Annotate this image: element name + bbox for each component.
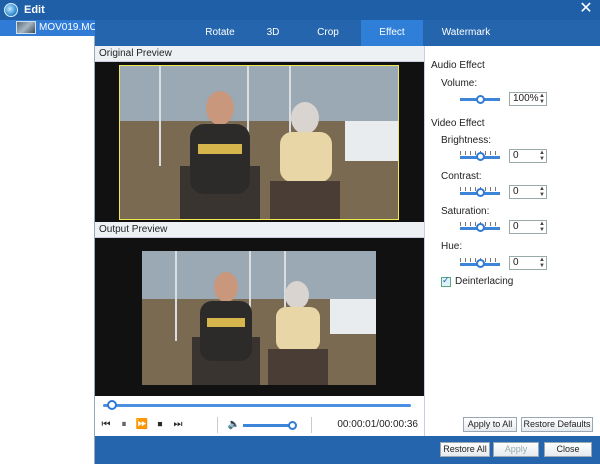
spin-arrows-icon[interactable]: ▲ ▼	[539, 186, 545, 198]
contrast-knob[interactable]	[476, 188, 485, 197]
brightness-label: Brightness:	[441, 135, 492, 146]
seek-bar[interactable]	[103, 404, 411, 407]
close-button[interactable]: Close	[544, 442, 592, 457]
volume-slider-knob[interactable]	[288, 421, 297, 430]
brightness-spinbox[interactable]: 0 ▲ ▼	[509, 149, 547, 163]
saturation-spinbox[interactable]: 0 ▲ ▼	[509, 220, 547, 234]
tab-effect[interactable]: Effect	[361, 20, 423, 46]
brightness-knob[interactable]	[476, 152, 485, 161]
hue-spinbox[interactable]: 0 ▲ ▼	[509, 256, 547, 270]
seek-knob[interactable]	[107, 400, 117, 410]
tab-rotate[interactable]: Rotate	[191, 20, 249, 46]
volume-slider[interactable]	[243, 424, 293, 427]
playback-controls: ⏮ ⏸ ⏩ ⏹ ⏭ 🔈 00:00:01/00:00:36	[95, 414, 424, 436]
spin-arrows-icon[interactable]: ▲ ▼	[539, 93, 545, 105]
volume-icon[interactable]: 🔈	[227, 418, 241, 432]
timecode: 00:00:01/00:00:36	[337, 419, 418, 430]
original-preview-label: Original Preview	[95, 46, 424, 62]
pause-icon[interactable]: ⏸	[117, 418, 131, 432]
hue-value: 0	[513, 257, 519, 268]
file-list: MOV019.MOD	[0, 20, 105, 464]
hue-knob[interactable]	[476, 259, 485, 268]
hue-label: Hue:	[441, 241, 463, 252]
saturation-value: 0	[513, 221, 519, 232]
video-thumbnail	[16, 21, 36, 34]
contrast-value: 0	[513, 186, 519, 197]
tab-watermark[interactable]: Watermark	[425, 20, 507, 46]
video-effect-title: Video Effect	[431, 118, 485, 129]
original-video-frame[interactable]	[119, 65, 399, 220]
deinterlacing-checkbox[interactable]	[441, 275, 451, 287]
volume-spinbox[interactable]: 100% ▲ ▼	[509, 92, 547, 106]
tab-crop[interactable]: Crop	[297, 20, 359, 46]
tab-3d[interactable]: 3D	[249, 20, 297, 46]
window-title: Edit	[24, 4, 45, 16]
output-preview-label: Output Preview	[95, 222, 424, 238]
output-preview	[95, 238, 424, 396]
stop-icon[interactable]: ⏹	[153, 418, 167, 432]
restore-defaults-button[interactable]: Restore Defaults	[521, 417, 593, 432]
fast-forward-icon[interactable]: ⏩	[135, 418, 149, 432]
preview-pane: Original Preview Output Preview ⏮ ⏸ ⏩ ⏹ …	[95, 46, 424, 436]
output-video-frame	[142, 251, 376, 385]
effect-settings: Audio Effect Volume: 100% ▲ ▼ Video Effec…	[424, 46, 600, 436]
file-item[interactable]: MOV019.MOD	[0, 20, 105, 36]
spin-arrows-icon[interactable]: ▲ ▼	[539, 257, 545, 269]
spin-arrows-icon[interactable]: ▲ ▼	[539, 221, 545, 233]
skip-back-icon[interactable]: ⏮	[99, 418, 113, 432]
contrast-spinbox[interactable]: 0 ▲ ▼	[509, 185, 547, 199]
control-divider	[217, 417, 218, 433]
original-preview	[95, 62, 424, 222]
contrast-label: Contrast:	[441, 171, 482, 182]
skip-forward-icon[interactable]: ⏭	[171, 418, 185, 432]
tab-bar: Rotate 3D Crop Effect Watermark	[95, 20, 600, 46]
app-icon	[4, 3, 18, 17]
footer-bar: Restore All Apply Close	[95, 436, 600, 464]
saturation-knob[interactable]	[476, 223, 485, 232]
title-bar: Edit ✕	[0, 0, 600, 20]
audio-effect-title: Audio Effect	[431, 60, 485, 71]
output-video-image	[142, 251, 376, 385]
volume-label: Volume:	[441, 78, 478, 89]
volume-value: 100%	[513, 93, 539, 104]
apply-button[interactable]: Apply	[493, 442, 539, 457]
saturation-label: Saturation:	[441, 206, 490, 217]
apply-to-all-button[interactable]: Apply to All	[463, 417, 517, 432]
volume-effect-knob[interactable]	[476, 95, 485, 104]
close-window-icon[interactable]: ✕	[578, 1, 594, 17]
original-video-image	[120, 66, 398, 219]
restore-all-button[interactable]: Restore All	[440, 442, 490, 457]
control-divider	[311, 417, 312, 433]
deinterlacing-label: Deinterlacing	[455, 276, 514, 287]
brightness-value: 0	[513, 150, 519, 161]
spin-arrows-icon[interactable]: ▲ ▼	[539, 150, 545, 162]
